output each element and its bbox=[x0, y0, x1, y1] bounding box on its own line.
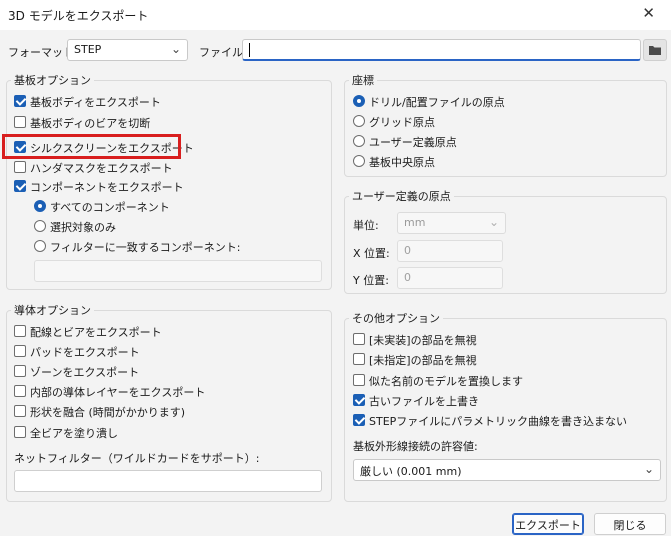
radio-selected bbox=[353, 95, 365, 107]
y-position-input[interactable]: 0 bbox=[397, 267, 503, 289]
checkbox-unchecked bbox=[14, 161, 26, 173]
checkbox-label: 内部の導体レイヤーをエクスポート bbox=[30, 386, 206, 399]
radio-unselected bbox=[353, 155, 365, 167]
user-origin-group bbox=[344, 196, 667, 294]
y-position-label: Y 位置: bbox=[353, 274, 389, 287]
checkbox-unchecked bbox=[14, 365, 26, 377]
checkbox-unchecked bbox=[14, 385, 26, 397]
checkbox-label: STEPファイルにパラメトリック曲線を書き込まない bbox=[369, 415, 627, 428]
checkbox-unchecked bbox=[14, 116, 26, 128]
close-button[interactable]: 閉じる bbox=[594, 513, 666, 535]
radio-unselected bbox=[353, 115, 365, 127]
chevron-down-icon: ⌄ bbox=[488, 215, 499, 229]
window-title: 3D モデルをエクスポート bbox=[8, 9, 149, 23]
coordinates-title: 座標 bbox=[349, 72, 377, 88]
radio-label: ドリル/配置ファイルの原点 bbox=[369, 96, 505, 109]
checkbox-unchecked bbox=[14, 345, 26, 357]
checkbox-label: ゾーンをエクスポート bbox=[30, 366, 140, 379]
format-value: STEP bbox=[74, 43, 102, 56]
title-bar: 3D モデルをエクスポート ✕ bbox=[0, 0, 671, 30]
tolerance-value: 厳しい (0.001 mm) bbox=[360, 465, 462, 478]
checkbox-unchecked bbox=[353, 374, 365, 386]
board-options-title: 基板オプション bbox=[11, 72, 94, 88]
x-position-value: 0 bbox=[404, 244, 411, 257]
checkbox-label: 全ビアを塗り潰し bbox=[30, 427, 118, 440]
checkbox-label: コンポーネントをエクスポート bbox=[30, 181, 184, 194]
checkbox-checked bbox=[353, 414, 365, 426]
format-select[interactable]: STEP ⌄ bbox=[67, 39, 188, 61]
radio-unselected bbox=[34, 240, 46, 252]
unit-label: 単位: bbox=[353, 219, 379, 232]
radio-unselected bbox=[353, 135, 365, 147]
file-path-input[interactable] bbox=[242, 39, 641, 61]
close-icon[interactable]: ✕ bbox=[642, 4, 655, 22]
component-filter-input[interactable] bbox=[34, 260, 322, 282]
tolerance-label: 基板外形線接続の許容値: bbox=[353, 440, 478, 453]
checkbox-label: [未実装]の部品を無視 bbox=[369, 334, 477, 347]
checkbox-label: 基板ボディのビアを切断 bbox=[30, 117, 151, 130]
chevron-down-icon: ⌄ bbox=[170, 42, 181, 56]
x-position-input[interactable]: 0 bbox=[397, 240, 503, 262]
checkbox-label: [未指定]の部品を無視 bbox=[369, 354, 477, 367]
checkbox-checked bbox=[14, 180, 26, 192]
browse-folder-button[interactable] bbox=[643, 39, 667, 61]
checkbox-unchecked bbox=[353, 333, 365, 345]
net-filter-label: ネットフィルター（ワイルドカードをサポート）: bbox=[14, 452, 260, 465]
highlight-annotation bbox=[2, 134, 181, 159]
radio-unselected bbox=[34, 220, 46, 232]
checkbox-label: ハンダマスクをエクスポート bbox=[30, 162, 173, 175]
checkbox-label: 古いファイルを上書き bbox=[369, 395, 479, 408]
folder-icon bbox=[649, 46, 661, 55]
radio-label: すべてのコンポーネント bbox=[50, 201, 170, 214]
text-caret bbox=[249, 43, 250, 57]
unit-select[interactable]: mm ⌄ bbox=[397, 212, 506, 234]
checkbox-unchecked bbox=[14, 325, 26, 337]
checkbox-checked bbox=[14, 95, 26, 107]
chevron-down-icon: ⌄ bbox=[643, 462, 654, 476]
file-label: ファイル: bbox=[199, 46, 247, 59]
net-filter-input[interactable] bbox=[14, 470, 322, 492]
checkbox-unchecked bbox=[14, 426, 26, 438]
radio-label: 基板中央原点 bbox=[369, 156, 435, 169]
tolerance-select[interactable]: 厳しい (0.001 mm) ⌄ bbox=[353, 459, 661, 481]
radio-label: 選択対象のみ bbox=[50, 221, 116, 234]
unit-value: mm bbox=[404, 216, 426, 229]
checkbox-unchecked bbox=[14, 405, 26, 417]
checkbox-label: 似た名前のモデルを置換します bbox=[369, 375, 523, 388]
user-origin-title: ユーザー定義の原点 bbox=[349, 188, 454, 204]
checkbox-label: 配線とビアをエクスポート bbox=[30, 326, 162, 339]
conductor-options-title: 導体オプション bbox=[11, 302, 94, 318]
x-position-label: X 位置: bbox=[353, 247, 390, 260]
export-button[interactable]: エクスポート bbox=[512, 513, 584, 535]
checkbox-label: 基板ボディをエクスポート bbox=[30, 96, 161, 109]
checkbox-label: パッドをエクスポート bbox=[30, 346, 140, 359]
y-position-value: 0 bbox=[404, 271, 411, 284]
checkbox-unchecked bbox=[353, 353, 365, 365]
radio-label: ユーザー定義原点 bbox=[369, 136, 457, 149]
checkbox-checked bbox=[353, 394, 365, 406]
other-options-title: その他オプション bbox=[349, 310, 443, 326]
radio-label: フィルターに一致するコンポーネント: bbox=[50, 241, 241, 254]
radio-selected bbox=[34, 200, 46, 212]
radio-label: グリッド原点 bbox=[369, 116, 435, 129]
checkbox-label: 形状を融合 (時間がかかります) bbox=[30, 406, 186, 419]
